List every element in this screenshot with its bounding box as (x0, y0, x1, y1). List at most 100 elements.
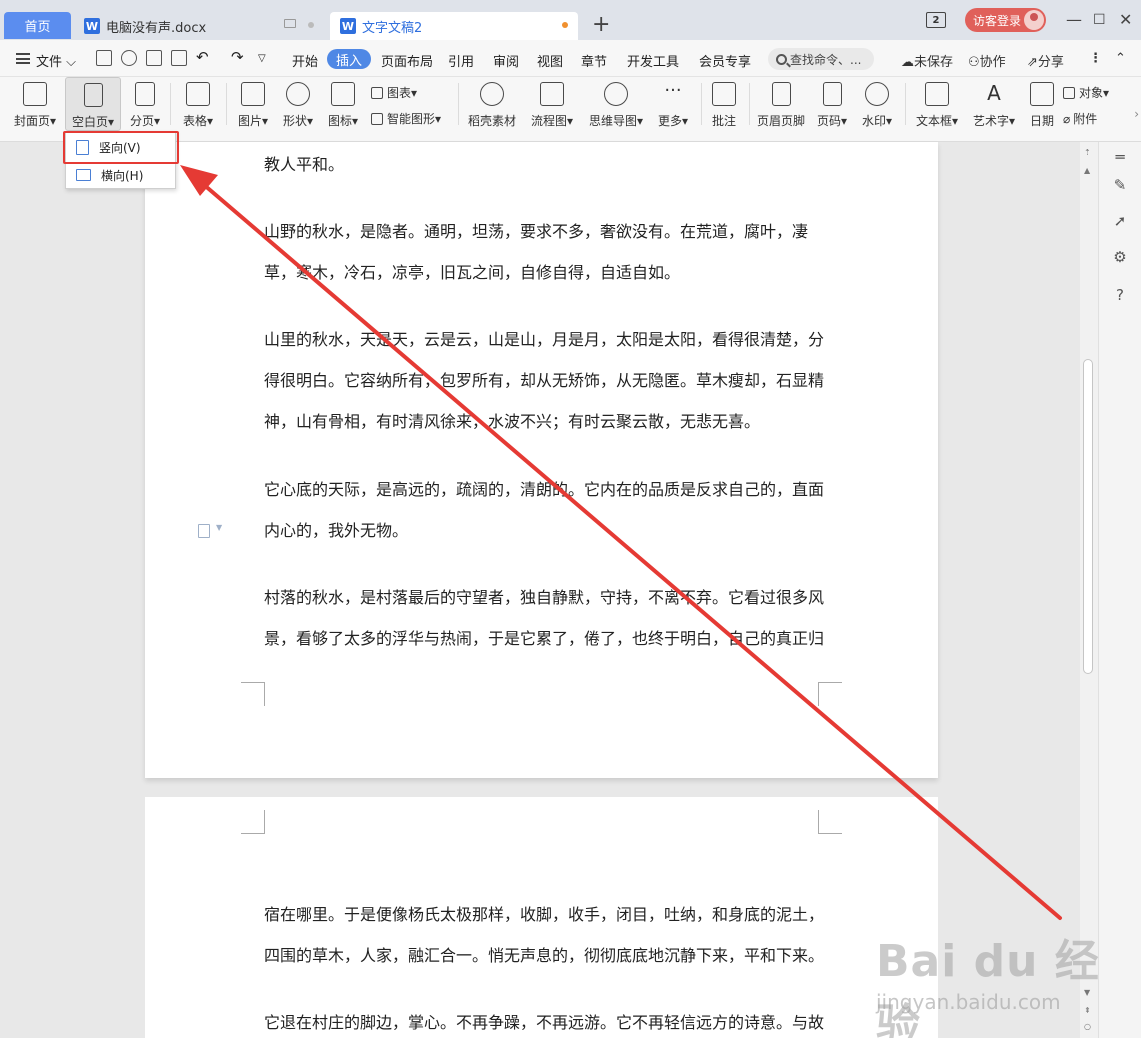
flowchart-button[interactable]: 流程图▾ (527, 77, 577, 131)
smart-shape-button[interactable]: 智能图形▾ (371, 110, 441, 127)
paragraph[interactable]: 教人平和。 (264, 144, 824, 185)
customize-arrow-icon[interactable]: ▽ (258, 53, 266, 64)
unsaved-dot[interactable] (562, 22, 568, 28)
wps-writer-icon: W (340, 18, 356, 34)
scroll-top-icon[interactable]: ⇡ (1084, 148, 1091, 157)
watermark-button[interactable]: 水印▾ (857, 77, 897, 131)
docer-icon (480, 82, 504, 106)
help-icon[interactable]: ? (1111, 286, 1129, 304)
icon-button[interactable]: 图标▾ (323, 77, 363, 131)
calendar-icon (1030, 82, 1054, 106)
print-icon[interactable] (146, 50, 162, 66)
menu-icon[interactable] (16, 53, 30, 64)
adjust-settings-icon[interactable]: ⚙ (1111, 248, 1129, 266)
paragraph[interactable]: 山里的秋水，天是天，云是云，山是山，月是月，太阳是太阳，看得很清楚，分得很明白。… (264, 319, 824, 442)
avatar-icon (1024, 10, 1044, 30)
comment-button[interactable]: 批注 (707, 77, 741, 131)
export-icon[interactable] (121, 50, 137, 66)
mindmap-button[interactable]: 思维导图▾ (585, 77, 647, 131)
shape-icon (286, 82, 310, 106)
vertical-scrollbar[interactable]: ⇡ ▲ ▼ ⇞ ○ (1080, 142, 1098, 1038)
shape-button[interactable]: 形状▾ (278, 77, 318, 131)
flowchart-icon (540, 82, 564, 106)
chart-label: 图表 (387, 86, 412, 100)
paragraph[interactable]: 它心底的天际，是高远的，疏阔的，清朗的。它内在的品质是反求自己的，直面内心的，我… (264, 469, 824, 551)
collapse-panel-icon[interactable]: ═ (1111, 148, 1129, 166)
menu-page-layout[interactable]: 页面布局 (381, 51, 433, 70)
guest-login-button[interactable]: 访客登录 (965, 8, 1046, 32)
menu-insert[interactable]: 插入 (327, 49, 371, 69)
docer-material-button[interactable]: 稻壳素材 (465, 77, 519, 131)
paragraph[interactable]: 它退在村庄的脚边，掌心。不再争躁，不再远游。它不再轻信远方的诗意。与故 (264, 1002, 824, 1038)
ribbon-scroll-right-icon[interactable]: › (1134, 107, 1139, 121)
paragraph[interactable]: 村落的秋水，是村落最后的守望者，独自静默，守持，不离不弃。它看过很多风景，看够了… (264, 577, 824, 659)
chevron-down-icon[interactable]: ▼ (216, 523, 222, 532)
more-options-icon[interactable]: ⋮ (1089, 51, 1102, 66)
scroll-thumb[interactable] (1083, 359, 1093, 674)
maximize-button[interactable]: ☐ (1093, 10, 1106, 30)
more-button[interactable]: ··· 更多▾ (653, 77, 693, 131)
table-button[interactable]: 表格▾ (177, 77, 219, 131)
chart-button[interactable]: 图表▾ (371, 84, 417, 101)
menu-chapter[interactable]: 章节 (581, 51, 607, 70)
paragraph-layout-icon[interactable] (198, 524, 210, 538)
smart-shape-label: 智能图形 (387, 112, 436, 126)
date-button[interactable]: 日期 (1025, 77, 1059, 131)
collapse-ribbon-icon[interactable]: ⌃ (1115, 51, 1126, 66)
page-break-button[interactable]: 分页▾ (124, 77, 166, 131)
menu-review[interactable]: 审阅 (493, 51, 519, 70)
watermark-icon (865, 82, 889, 106)
chart-icon (371, 87, 383, 99)
textbox-button[interactable]: 文本框▾ (912, 77, 962, 131)
document-page[interactable]: 宿在哪里。于是便像杨氏太极那样，收脚，收手，闭目，吐纳，和身底的泥土，四围的草木… (145, 797, 938, 1038)
cover-page-button[interactable]: 封面页▾ (8, 77, 62, 131)
scroll-up-icon[interactable]: ▲ (1084, 166, 1090, 175)
paragraph[interactable]: 山野的秋水，是隐者。通明，坦荡，要求不多，奢欲没有。在荒道，腐叶，凄草，寒木，冷… (264, 211, 824, 293)
cover-page-icon (23, 82, 47, 106)
home-tab[interactable]: 首页 (4, 12, 71, 39)
paragraph[interactable]: 宿在哪里。于是便像杨氏太极那样，收脚，收手，闭目，吐纳，和身底的泥土，四围的草木… (264, 894, 824, 976)
tab-close-dot[interactable] (308, 22, 314, 28)
minimize-button[interactable]: — (1066, 10, 1082, 30)
new-tab-button[interactable]: + (592, 12, 610, 38)
window-count-icon[interactable]: 2 (926, 12, 946, 28)
save-icon[interactable] (96, 50, 112, 66)
login-label: 访客登录 (973, 13, 1022, 28)
redo-icon[interactable]: ↷ (231, 48, 244, 66)
landscape-option[interactable]: 横向(H) (66, 162, 175, 188)
tab-document-2[interactable]: W 文字文稿2 (330, 12, 578, 40)
header-footer-button[interactable]: 页眉页脚 (755, 77, 807, 131)
landscape-label: 横向(H) (101, 168, 144, 183)
margin-corner-mark (818, 682, 842, 706)
divider (170, 83, 171, 125)
cloud-icon: ☁ (901, 55, 914, 70)
file-menu[interactable]: 文件 ⌵ (36, 51, 76, 70)
menu-view[interactable]: 视图 (537, 51, 563, 70)
menu-start[interactable]: 开始 (292, 51, 318, 70)
command-search[interactable]: 查找命令、... (768, 48, 874, 70)
textbox-icon (925, 82, 949, 106)
tab-document-1[interactable]: W 电脑没有声.docx (74, 12, 324, 40)
object-button[interactable]: 对象▾ (1063, 84, 1109, 101)
close-button[interactable]: ✕ (1119, 10, 1132, 30)
menu-developer[interactable]: 开发工具 (627, 51, 679, 70)
collab-button[interactable]: ⚇协作 (968, 51, 1006, 70)
page-number-button[interactable]: 页码▾ (813, 77, 851, 131)
attachment-button[interactable]: ⌀ 附件 (1063, 110, 1097, 127)
select-cursor-icon[interactable]: ➚ (1111, 212, 1129, 230)
menu-references[interactable]: 引用 (448, 51, 474, 70)
textbox-label: 文本框 (915, 114, 952, 128)
cover-page-label: 封面页 (13, 114, 50, 128)
share-button[interactable]: ⇗分享 (1027, 51, 1064, 70)
picture-button[interactable]: 图片▾ (233, 77, 273, 131)
document-canvas: 教人平和。 山野的秋水，是隐者。通明，坦荡，要求不多，奢欲没有。在荒道，腐叶，凄… (0, 142, 1098, 1038)
divider (701, 83, 702, 125)
blank-page-button[interactable]: 空白页▾ (65, 77, 121, 131)
wordart-button[interactable]: A 艺术字▾ (968, 77, 1020, 131)
document-page[interactable]: 教人平和。 山野的秋水，是隐者。通明，坦荡，要求不多，奢欲没有。在荒道，腐叶，凄… (145, 142, 938, 778)
unsaved-status[interactable]: ☁未保存 (901, 51, 953, 70)
print-preview-icon[interactable] (171, 50, 187, 66)
undo-icon[interactable]: ↶ (196, 48, 209, 66)
menu-vip[interactable]: 会员专享 (699, 51, 751, 70)
pen-icon[interactable]: ✎ (1111, 176, 1129, 194)
